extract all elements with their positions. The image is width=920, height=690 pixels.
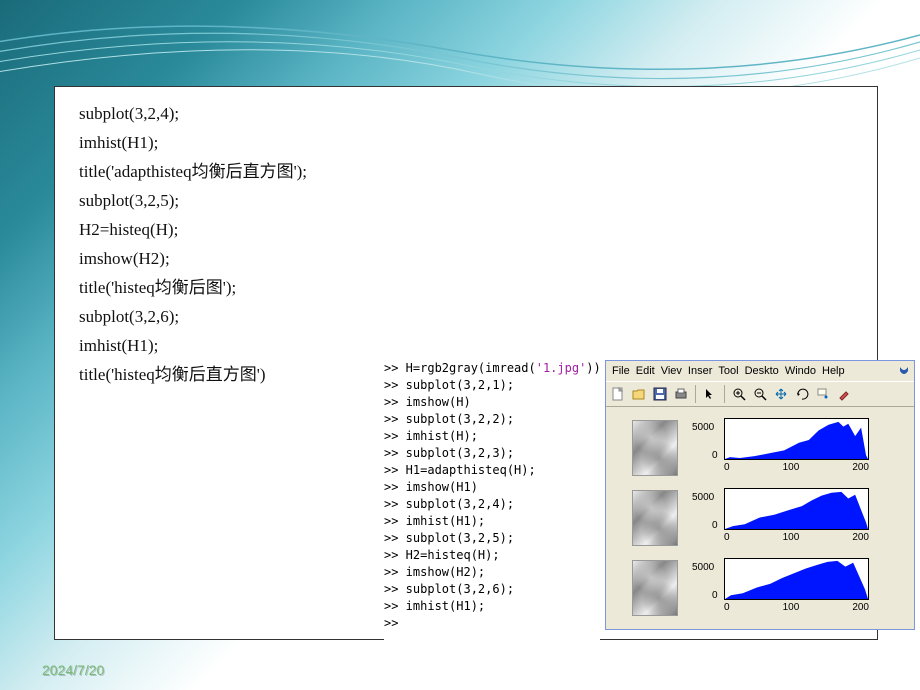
command-line: >> H=rgb2gray(imread('1.jpg')): [384, 360, 600, 377]
subplot-row: 500000100200: [614, 483, 906, 553]
command-line: >> subplot(3,2,3);: [384, 445, 600, 462]
ribbon-icon[interactable]: [896, 364, 910, 378]
histogram-cell: 500000100200: [696, 488, 876, 548]
menu-edit[interactable]: Edit: [634, 365, 657, 377]
code-line: imhist(H1);: [79, 128, 853, 157]
command-line: >> H2=histeq(H);: [384, 547, 600, 564]
image-thumbnail: [632, 490, 678, 546]
code-line: imshow(H2);: [79, 244, 853, 273]
command-line: >> imshow(H2);: [384, 564, 600, 581]
print-icon[interactable]: [672, 385, 690, 403]
code-line: H2=histeq(H);: [79, 215, 853, 244]
command-line: >> subplot(3,2,4);: [384, 496, 600, 513]
command-line: >> imhist(H1);: [384, 513, 600, 530]
code-line: title('histeq均衡后图');: [79, 273, 853, 302]
menu-view[interactable]: Viev: [659, 365, 684, 377]
brush-icon[interactable]: [835, 385, 853, 403]
image-thumbnail: [632, 560, 678, 616]
command-line: >> imshow(H1): [384, 479, 600, 496]
pointer-icon[interactable]: [701, 385, 719, 403]
menu-tools[interactable]: Tool: [716, 365, 740, 377]
command-line: >> imhist(H1);: [384, 598, 600, 615]
command-line: >> subplot(3,2,2);: [384, 411, 600, 428]
pan-icon[interactable]: [772, 385, 790, 403]
figure-menubar[interactable]: File Edit Viev Inser Tool Deskto Windo H…: [606, 361, 914, 381]
figure-toolbar[interactable]: [606, 381, 914, 407]
code-lines: subplot(3,2,4);imhist(H1);title('adapthi…: [79, 99, 853, 389]
subplot-row: 500000100200: [614, 413, 906, 483]
open-icon[interactable]: [630, 385, 648, 403]
footer-date: 2024/7/20: [42, 662, 104, 678]
menu-file[interactable]: File: [610, 365, 632, 377]
matlab-figure-window[interactable]: File Edit Viev Inser Tool Deskto Windo H…: [605, 360, 915, 630]
command-line: >> imshow(H): [384, 394, 600, 411]
menu-help[interactable]: Help: [820, 365, 847, 377]
code-line: title('adapthisteq均衡后直方图');: [79, 157, 853, 186]
menu-window[interactable]: Windo: [783, 365, 818, 377]
decorative-waves: [0, 0, 920, 100]
save-icon[interactable]: [651, 385, 669, 403]
datatip-icon[interactable]: [814, 385, 832, 403]
matlab-command-window[interactable]: >> H=rgb2gray(imread('1.jpg'))>> subplot…: [384, 360, 600, 650]
image-thumbnail: [632, 420, 678, 476]
command-line: >> subplot(3,2,1);: [384, 377, 600, 394]
histogram-cell: 500000100200: [696, 418, 876, 478]
menu-desktop[interactable]: Deskto: [743, 365, 781, 377]
histogram-cell: 500000100200: [696, 558, 876, 618]
code-line: imhist(H1);: [79, 331, 853, 360]
zoom-out-icon[interactable]: [751, 385, 769, 403]
subplot-row: 500000100200: [614, 553, 906, 623]
code-line: subplot(3,2,6);: [79, 302, 853, 331]
menu-insert[interactable]: Inser: [686, 365, 714, 377]
command-line: >> imhist(H);: [384, 428, 600, 445]
figure-canvas: 500000100200 500000100200 500000100200: [606, 407, 914, 629]
code-line: subplot(3,2,4);: [79, 99, 853, 128]
rotate-icon[interactable]: [793, 385, 811, 403]
new-icon[interactable]: [609, 385, 627, 403]
command-line: >> H1=adapthisteq(H);: [384, 462, 600, 479]
command-line: >> subplot(3,2,6);: [384, 581, 600, 598]
code-line: subplot(3,2,5);: [79, 186, 853, 215]
zoom-in-icon[interactable]: [730, 385, 748, 403]
command-line: >> subplot(3,2,5);: [384, 530, 600, 547]
